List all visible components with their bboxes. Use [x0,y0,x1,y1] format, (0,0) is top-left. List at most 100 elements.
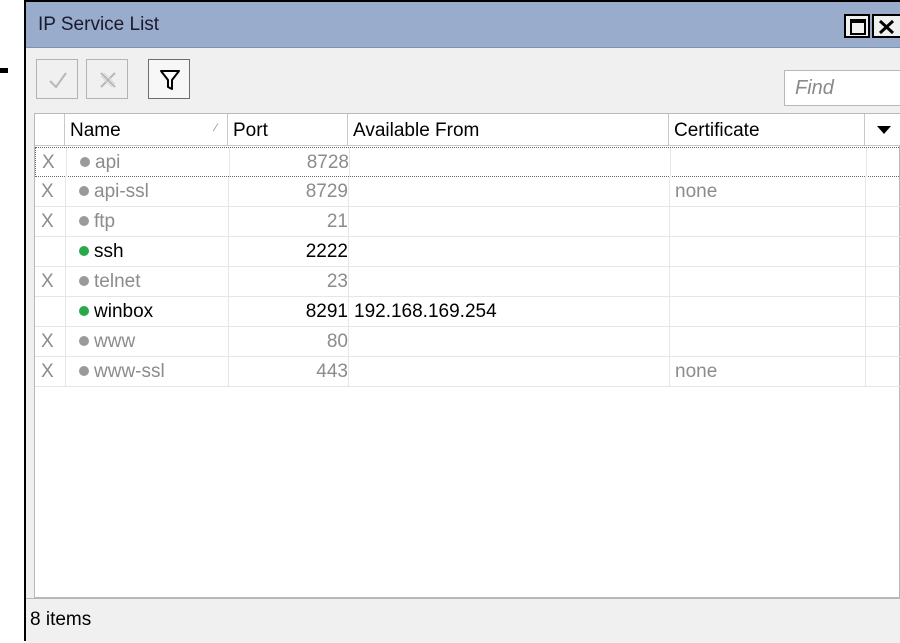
disable-button[interactable] [86,59,128,99]
header-certificate[interactable]: Certificate [669,114,865,145]
header-available-from[interactable]: Available From [348,114,669,145]
table-header: Name ∕ Port Available From Certificate [35,114,900,146]
row-name: api [95,152,121,173]
row-name-cell: api-ssl [79,177,149,206]
row-port: 23 [326,271,348,292]
table-row[interactable]: Xwww-ssl 443 none [35,357,900,387]
close-button[interactable] [872,14,900,38]
column-divider [669,297,670,326]
filter-button[interactable] [148,59,190,99]
title-bar[interactable]: IP Service List [26,2,900,48]
column-divider [865,297,866,326]
row-name: winbox [94,301,154,322]
column-divider [348,327,349,356]
row-name-cell: ssh [79,237,124,266]
column-divider [348,267,349,296]
x-icon [100,72,116,88]
item-count: 8 items [30,609,92,630]
row-port: 21 [326,211,348,232]
column-divider [228,297,229,326]
column-divider [348,177,349,206]
enable-button[interactable] [36,59,78,99]
service-table: Name ∕ Port Available From Certificate X… [34,113,900,598]
header-port[interactable]: Port [228,114,348,145]
table-row[interactable]: Xftp 21 [35,207,900,237]
status-dot-icon [79,246,89,256]
status-dot-icon [79,306,89,316]
row-disabled-flag: X [41,181,54,202]
row-disabled-flag: X [41,331,54,352]
table-row[interactable]: Xapi-ssl 8729 none [35,177,900,207]
row-disabled-flag: X [41,211,54,232]
column-divider [65,357,66,386]
column-divider [669,207,670,236]
find-input[interactable]: Find [784,70,900,106]
row-name: telnet [94,271,141,292]
row-certificate: none [675,361,718,382]
column-divider [348,297,349,326]
row-disabled-flag: X [42,152,55,173]
column-divider [229,148,230,177]
row-certificate: none [675,181,718,202]
table-row[interactable]: ssh 2222 [35,237,900,267]
column-divider [228,207,229,236]
row-name-cell: www [79,327,135,356]
row-disabled-flag: X [41,271,54,292]
column-divider [865,237,866,266]
header-name-label: Name [70,120,121,141]
status-dot-icon [80,157,90,167]
status-dot-icon [79,186,89,196]
row-name-cell: api [80,148,120,177]
row-available-from: 192.168.169.254 [354,301,497,322]
row-name-cell: ftp [79,207,115,236]
column-divider [228,267,229,296]
status-bar: 8 items [26,598,900,643]
check-icon [49,72,67,89]
row-name: ftp [94,211,116,232]
status-dot-icon [79,366,89,376]
row-port: 443 [316,361,348,382]
column-divider [670,148,671,177]
table-row[interactable]: Xtelnet 23 [35,267,900,297]
row-name: www-ssl [94,361,165,382]
table-row[interactable]: Xwww 80 [35,327,900,357]
row-port: 8728 [306,152,349,173]
table-row[interactable]: Xapi 8728 [35,147,900,177]
column-divider [65,237,66,266]
column-divider [669,327,670,356]
column-divider [66,148,67,177]
row-name-cell: winbox [79,297,153,326]
column-divider [865,207,866,236]
header-name[interactable]: Name ∕ [65,114,228,145]
row-port: 80 [326,331,348,352]
sort-caret-icon: ∕ [215,122,217,134]
column-divider [228,327,229,356]
row-disabled-flag: X [41,361,54,382]
column-divider [65,207,66,236]
column-divider [669,357,670,386]
chevron-down-icon [877,126,891,134]
column-divider [669,267,670,296]
column-divider [228,357,229,386]
status-dot-icon [79,276,89,286]
status-dot-icon [79,336,89,346]
row-name-cell: telnet [79,267,140,296]
table-row[interactable]: winbox 8291 192.168.169.254 [35,297,900,327]
column-divider [65,327,66,356]
row-name: ssh [94,241,124,262]
column-divider [669,237,670,266]
toolbar: Find [26,49,900,113]
status-dot-icon [79,216,89,226]
row-port: 8291 [305,301,348,322]
column-divider [65,297,66,326]
filter-icon [160,70,180,90]
column-divider [228,177,229,206]
column-menu-button[interactable] [865,114,900,145]
column-divider [65,177,66,206]
close-icon [878,19,895,35]
column-divider [65,267,66,296]
column-divider [349,148,350,177]
header-flag[interactable] [35,114,65,145]
maximize-button[interactable] [844,14,870,38]
column-divider [348,207,349,236]
